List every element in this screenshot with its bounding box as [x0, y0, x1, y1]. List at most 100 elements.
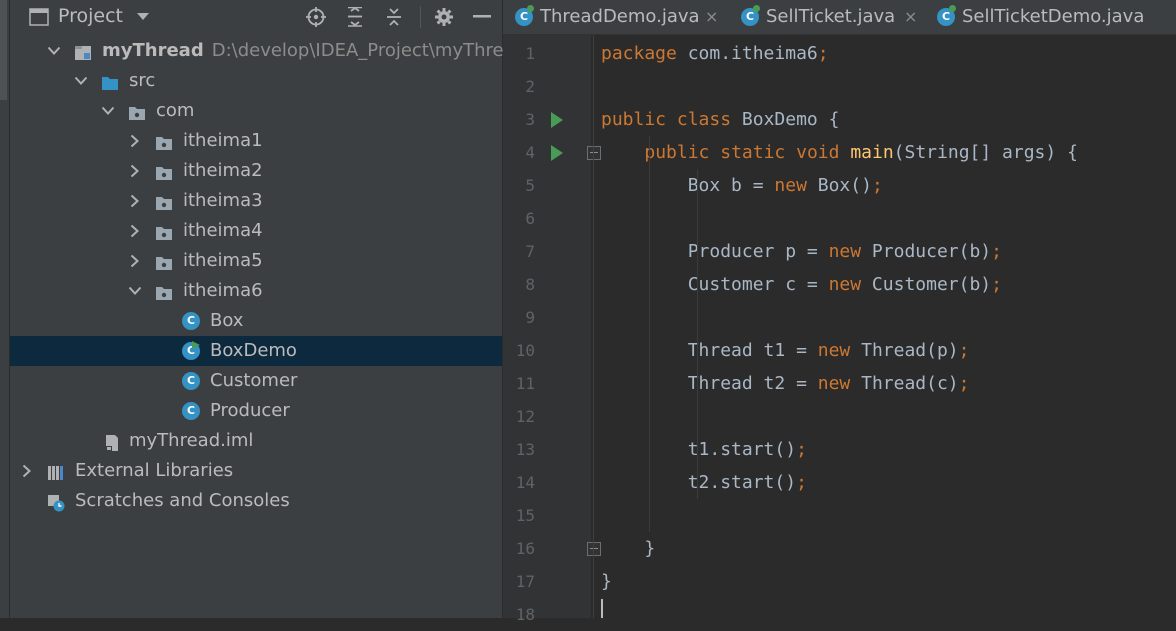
- tree-item-label: myThread.iml: [129, 426, 253, 456]
- tree-item-label: itheima4: [183, 216, 263, 246]
- code-area[interactable]: package com.itheima6; public class BoxDem…: [601, 35, 1176, 618]
- chevron-right-icon[interactable]: [126, 216, 144, 246]
- tree-item-label: itheima5: [183, 246, 263, 276]
- line-number: 17: [515, 572, 535, 591]
- tree-item-name: Box: [210, 310, 244, 331]
- project-tool-button[interactable]: [0, 0, 7, 100]
- project-header: Project: [10, 0, 502, 34]
- tree-item-label: itheima6: [183, 276, 263, 306]
- java-class-icon: C: [515, 5, 534, 26]
- tool-window-strip: [0, 0, 10, 618]
- line-number: 9: [525, 308, 535, 327]
- java-class-icon: C: [937, 5, 956, 26]
- tab-threaddemo-java[interactable]: C ThreadDemo.java ×: [515, 0, 725, 34]
- line-number: 8: [525, 275, 535, 294]
- code-line: Thread t2 = new Thread(c);: [601, 373, 970, 394]
- code-line: t2.start();: [601, 472, 807, 493]
- package-folder-icon: [155, 132, 173, 150]
- tree-item-label: itheima3: [183, 186, 263, 216]
- tab-sellticket-java[interactable]: C SellTicket.java ×: [741, 0, 951, 34]
- tree-item-name: Customer: [210, 370, 298, 391]
- fold-marker-icon[interactable]: [587, 542, 601, 556]
- code-line: t1.start();: [601, 439, 807, 460]
- source-folder-icon: [101, 72, 119, 90]
- tree-item-label: Box: [210, 306, 243, 336]
- run-icon[interactable]: [551, 145, 563, 161]
- java-class-icon: C: [741, 5, 760, 26]
- expand-all-icon[interactable]: [345, 7, 365, 27]
- close-icon[interactable]: ×: [705, 0, 718, 34]
- scratches-icon: [47, 492, 65, 512]
- project-panel: Project myThread D:\develop\IDEA_Project\…: [10, 0, 526, 618]
- code-line: }: [601, 538, 656, 559]
- chevron-right-icon[interactable]: [126, 246, 144, 276]
- indent-guide: [649, 136, 650, 532]
- collapse-all-icon[interactable]: [384, 7, 404, 27]
- java-main-class-icon: C: [182, 341, 200, 360]
- tree-item-name: itheima6: [183, 280, 263, 301]
- iml-file-icon: [103, 432, 121, 451]
- tree-item-itheima4[interactable]: itheima4: [10, 216, 502, 246]
- libraries-icon: [47, 462, 65, 480]
- code-line: public static void main(String[] args) {: [644, 142, 1078, 163]
- package-folder-icon: [155, 162, 173, 180]
- tree-item-name: itheima1: [183, 130, 263, 151]
- chevron-down-icon[interactable]: [126, 276, 144, 306]
- hide-panel-icon[interactable]: [472, 7, 492, 27]
- line-number: 3: [525, 110, 535, 129]
- tree-item-label: itheima2: [183, 156, 263, 186]
- fold-marker-icon[interactable]: [587, 146, 601, 160]
- tree-item-producer[interactable]: C Producer: [10, 396, 502, 426]
- chevron-right-icon[interactable]: [126, 126, 144, 156]
- chevron-right-icon[interactable]: [18, 456, 36, 486]
- chevron-right-icon[interactable]: [126, 156, 144, 186]
- indent-guide: [697, 169, 698, 499]
- tree-item-mythread[interactable]: myThread D:\develop\IDEA_Project\myThread: [10, 36, 526, 66]
- tree-item-name: src: [129, 70, 156, 91]
- chevron-right-icon[interactable]: [126, 186, 144, 216]
- code-line: Thread t1 = new Thread(p);: [601, 340, 970, 361]
- tree-item-boxdemo[interactable]: C BoxDemo: [10, 336, 502, 366]
- code-line: }: [601, 571, 612, 592]
- project-view-icon[interactable]: [28, 7, 50, 27]
- tree-item-name: itheima4: [183, 220, 263, 241]
- header-divider: [420, 6, 421, 28]
- tree-item-itheima5[interactable]: itheima5: [10, 246, 502, 276]
- tree-item-label: Scratches and Consoles: [75, 486, 290, 516]
- tree-item-box[interactable]: C Box: [10, 306, 502, 336]
- tree-item-name: itheima2: [183, 160, 263, 181]
- tree-item-itheima1[interactable]: itheima1: [10, 126, 502, 156]
- gear-icon[interactable]: [433, 7, 455, 27]
- tree-item-customer[interactable]: C Customer: [10, 366, 502, 396]
- line-number: 11: [515, 374, 535, 393]
- tree-item-itheima2[interactable]: itheima2: [10, 156, 502, 186]
- chevron-down-icon[interactable]: [135, 7, 151, 27]
- run-icon[interactable]: [551, 112, 563, 128]
- tree-item-name: Scratches and Consoles: [75, 490, 290, 511]
- tree-item-itheima6[interactable]: itheima6: [10, 276, 502, 306]
- line-number: 14: [515, 473, 535, 492]
- tree-item-external-libraries[interactable]: External Libraries: [10, 456, 502, 486]
- package-folder-icon: [155, 192, 173, 210]
- module-path: D:\develop\IDEA_Project\myThread: [211, 40, 527, 61]
- locate-icon[interactable]: [305, 7, 327, 27]
- tree-item-scratches-and-consoles[interactable]: Scratches and Consoles: [10, 486, 502, 516]
- tab-sellticketdemo-java[interactable]: C SellTicketDemo.java: [937, 0, 1172, 34]
- editor-gutter: 1 2 3 4 5 6 7 8 9 10 11 12 13 14 15 16 17 18: [503, 35, 601, 624]
- chevron-down-icon[interactable]: [99, 96, 117, 126]
- tree-item-itheima3[interactable]: itheima3: [10, 186, 502, 216]
- chevron-down-icon[interactable]: [72, 66, 90, 96]
- tree-item-name: BoxDemo: [210, 340, 297, 361]
- code-line: Customer c = new Customer(b);: [601, 274, 1002, 295]
- tree-item-mythread-iml[interactable]: myThread.iml: [10, 426, 502, 456]
- tree-item-label: Producer: [210, 396, 290, 426]
- line-number: 7: [525, 242, 535, 261]
- chevron-down-icon[interactable]: [45, 36, 63, 66]
- close-icon[interactable]: ×: [904, 0, 917, 34]
- project-view-selector[interactable]: Project: [58, 5, 123, 27]
- tree-item-label: myThread D:\develop\IDEA_Project\myThread: [102, 36, 526, 66]
- tree-item-src[interactable]: src: [10, 66, 502, 96]
- text-caret: [601, 599, 603, 618]
- tree-item-com[interactable]: com: [10, 96, 502, 126]
- editor: C ThreadDemo.java × C SellTicket.java × C SellT…: [503, 0, 1176, 624]
